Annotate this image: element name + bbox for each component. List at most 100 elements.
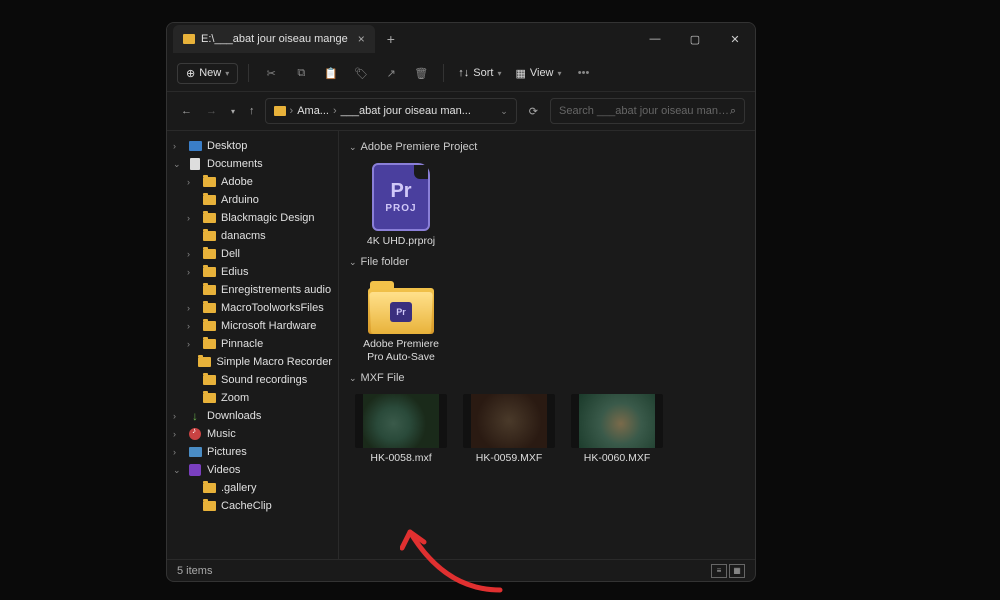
navbar: ← → ▾ ↑ › Ama... › ___abat jour oiseau m… [167,92,755,131]
new-button[interactable]: ⊕ New ▾ [177,63,238,84]
desktop-icon [188,140,202,152]
sidebar-item-adobe[interactable]: › Adobe [167,173,338,191]
sidebar-item-arduino[interactable]: Arduino [167,191,338,209]
sidebar-item-documents[interactable]: ⌄Documents [167,155,338,173]
chevron-right-icon[interactable]: › [173,411,183,421]
group-label: Adobe Premiere Project [361,141,478,153]
sidebar-item-sound-recordings[interactable]: Sound recordings [167,371,338,389]
pictures-icon [188,446,202,458]
search-input[interactable]: Search ___abat jour oiseau mangeoir vers… [550,98,745,124]
breadcrumb-seg-1[interactable]: Ama... [297,105,329,117]
sidebar-item-zoom[interactable]: Zoom [167,389,338,407]
sidebar-item-videos[interactable]: ⌄Videos [167,461,338,479]
window-tab[interactable]: E:\___abat jour oiseau mange × [173,25,375,53]
rename-button[interactable]: 🏷 [349,61,373,85]
back-button[interactable]: ← [177,105,196,117]
group-header-folder[interactable]: ⌄ File folder [349,256,745,268]
share-button[interactable]: ↗ [379,61,403,85]
sidebar-item-label: Simple Macro Recorder [216,356,332,368]
sidebar-item-cacheclip[interactable]: CacheClip [167,497,338,515]
file-label: HK-0058.mxf [370,452,431,465]
file-label: 4K UHD.prproj [367,235,435,248]
chevron-down-icon[interactable]: ⌄ [173,465,183,476]
sidebar-item-edius[interactable]: ›Edius [167,263,338,281]
sidebar-item-macrotoolworksfiles[interactable]: ›MacroToolworksFiles [167,299,338,317]
group-header-mxf[interactable]: ⌄ MXF File [349,372,745,384]
chevron-right-icon[interactable]: › [173,141,183,151]
chevron-right-icon[interactable]: › [187,303,197,313]
icons-view-button[interactable]: ▦ [729,564,745,578]
chevron-right-icon[interactable]: › [187,267,197,277]
file-item-mxf[interactable]: HK-0060.MXF [569,390,665,469]
details-view-button[interactable]: ≡ [711,564,727,578]
group-header-premiere[interactable]: ⌄ Adobe Premiere Project [349,141,745,153]
up-button[interactable]: ↑ [245,105,259,117]
paste-button[interactable]: 📋 [319,61,343,85]
folder-icon [202,392,216,404]
item-count: 5 items [177,565,212,577]
recent-dropdown[interactable]: ▾ [227,107,239,116]
sidebar-item-enregistrements-audio[interactable]: Enregistrements audio [167,281,338,299]
folder-icon [202,284,216,296]
sidebar-item-label: Blackmagic Design [221,212,315,224]
chevron-right-icon[interactable]: › [187,339,197,349]
sidebar-item-dell[interactable]: ›Dell [167,245,338,263]
maximize-button[interactable]: ▢ [675,23,715,55]
chevron-down-icon[interactable]: ⌄ [500,106,508,117]
sidebar-item-blackmagic-design[interactable]: › Blackmagic Design [167,209,338,227]
chevron-right-icon[interactable]: › [187,321,197,331]
file-item-prproj[interactable]: Pr PROJ 4K UHD.prproj [353,159,449,252]
refresh-button[interactable]: ⟳ [523,105,544,118]
group-label: MXF File [361,372,405,384]
folder-icon [202,266,216,278]
sidebar-item-microsoft-hardware[interactable]: ›Microsoft Hardware [167,317,338,335]
chevron-down-icon: ⌄ [349,142,357,153]
videos-icon [188,464,202,476]
file-item-mxf[interactable]: HK-0058.mxf [353,390,449,469]
cut-button[interactable]: ✂ [259,61,283,85]
sidebar-item-label: Pinnacle [221,338,263,350]
tab-close-icon[interactable]: × [358,32,365,46]
close-button[interactable]: ✕ [715,23,755,55]
more-button[interactable]: ••• [572,61,596,85]
sidebar-item-simple-macro-recorder[interactable]: Simple Macro Recorder [167,353,338,371]
sidebar-item-label: Enregistrements audio [221,284,331,296]
minimize-button[interactable]: — [635,23,675,55]
folder-icon [183,34,195,44]
folder-item[interactable]: Pr Adobe Premiere Pro Auto-Save [353,274,449,368]
forward-button[interactable]: → [202,105,221,117]
sidebar-item-downloads[interactable]: ›↓Downloads [167,407,338,425]
chevron-down-icon[interactable]: ⌄ [173,159,183,170]
sidebar-item-pictures[interactable]: ›Pictures [167,443,338,461]
explorer-window: E:\___abat jour oiseau mange × + — ▢ ✕ ⊕… [166,22,756,582]
sidebar-item-pinnacle[interactable]: › Pinnacle [167,335,338,353]
sidebar-item-danacms[interactable]: danacms [167,227,338,245]
sidebar-item-label: Sound recordings [221,374,307,386]
copy-button[interactable]: ⧉ [289,61,313,85]
breadcrumb-seg-2[interactable]: ___abat jour oiseau man... [341,105,471,117]
chevron-down-icon: ⌄ [349,257,357,268]
window-controls: — ▢ ✕ [635,23,755,55]
folder-icon [198,356,211,368]
sidebar-item--gallery[interactable]: .gallery [167,479,338,497]
delete-button[interactable]: 🗑 [409,61,433,85]
file-item-mxf[interactable]: HK-0059.MXF [461,390,557,469]
chevron-right-icon[interactable]: › [187,213,197,223]
sidebar-item-label: CacheClip [221,500,272,512]
breadcrumb[interactable]: › Ama... › ___abat jour oiseau man... ⌄ [265,98,517,124]
sidebar-item-desktop[interactable]: ›Desktop [167,137,338,155]
view-mode-icons: ≡ ▦ [711,564,745,578]
folder-icon [202,320,216,332]
sort-button[interactable]: ↑↓ Sort ▾ [454,67,505,79]
sidebar-item-music[interactable]: ›Music [167,425,338,443]
chevron-right-icon[interactable]: › [187,177,197,187]
view-button[interactable]: ▦ View ▾ [511,67,565,80]
chevron-right-icon[interactable]: › [187,249,197,259]
chevron-right-icon[interactable]: › [173,429,183,439]
sidebar-item-label: Adobe [221,176,253,188]
add-tab-button[interactable]: + [387,31,395,47]
video-thumbnail-icon [463,394,555,448]
chevron-right-icon[interactable]: › [173,447,183,457]
search-icon: ⌕ [730,105,736,118]
view-icon: ▦ [515,67,525,80]
